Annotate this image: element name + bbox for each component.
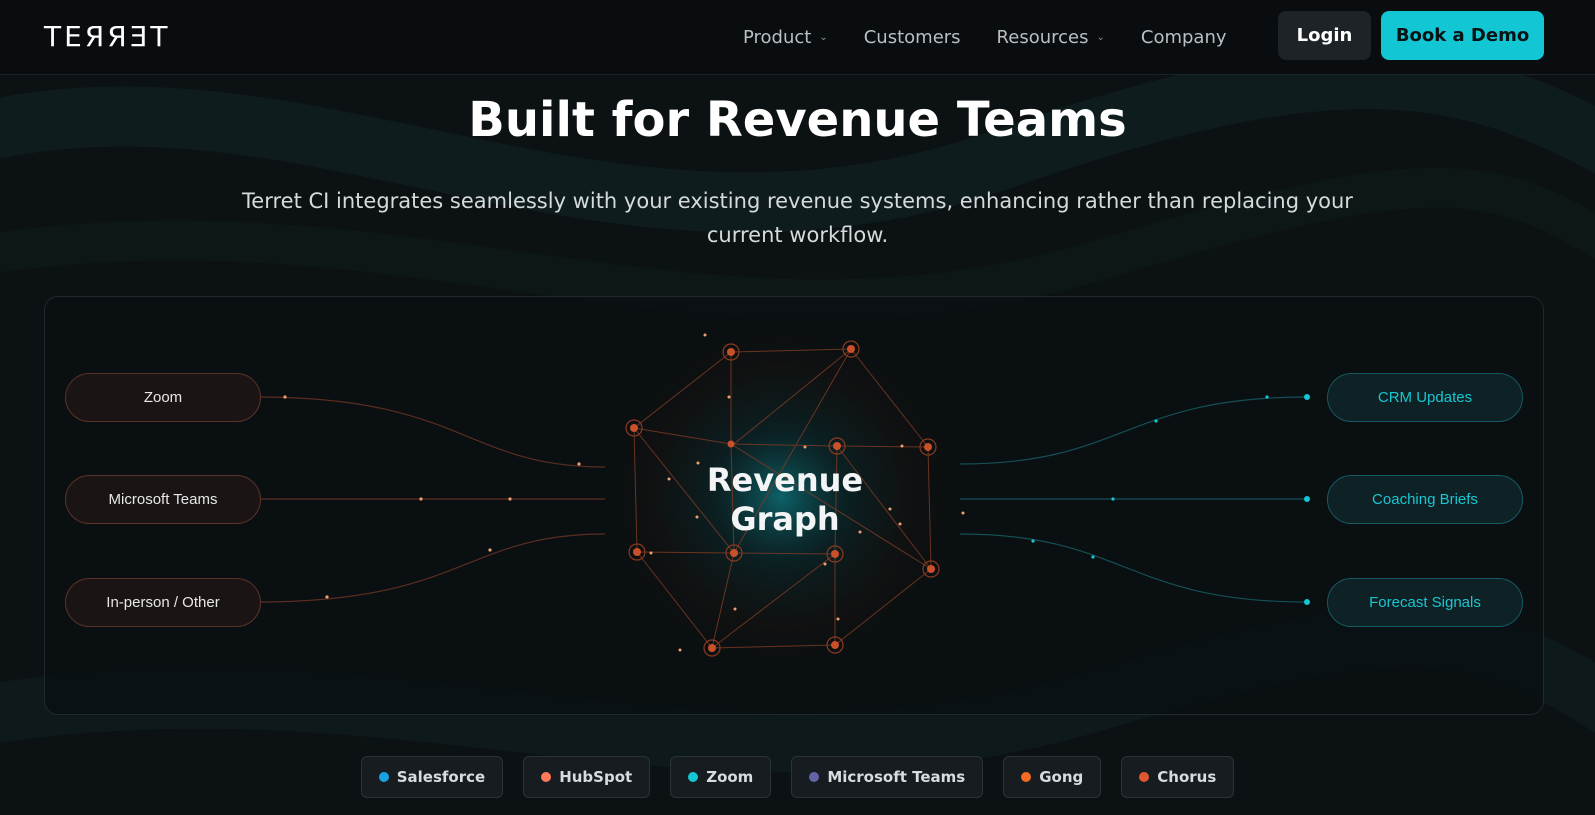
input-zoom[interactable]: Zoom [65,373,261,422]
chip-hubspot[interactable]: HubSpot [523,756,651,798]
output-crm-updates[interactable]: CRM Updates [1327,373,1523,422]
chevron-down-icon: ⌄ [1096,32,1105,43]
chip-label: Salesforce [396,768,486,786]
top-navbar: TEЯЯƎT Product ⌄ Customers Resources ⌄ C… [0,0,1595,75]
chip-microsoft-teams[interactable]: Microsoft Teams [791,756,984,798]
center-label-line1: Revenue [706,461,864,499]
hubspot-dot-icon [541,772,552,782]
nav-customers[interactable]: Customers [864,27,961,48]
revenue-graph-diagram: Zoom Microsoft Teams In-person / Other R… [44,296,1544,715]
input-microsoft-teams[interactable]: Microsoft Teams [65,475,261,524]
chip-label: Chorus [1157,768,1217,786]
chip-gong[interactable]: Gong [1003,756,1102,798]
chip-label: Zoom [706,768,754,786]
teams-dot-icon [809,772,820,782]
input-in-person-other[interactable]: In-person / Other [65,578,261,627]
chip-salesforce[interactable]: Salesforce [360,756,504,798]
nav-links: Product ⌄ Customers Resources ⌄ Company [743,0,1263,75]
chip-label: Microsoft Teams [827,768,966,786]
output-coaching-briefs[interactable]: Coaching Briefs [1327,475,1523,524]
revenue-graph-label: Revenue Graph [665,461,905,539]
output-connectors [959,396,1308,603]
chip-label: HubSpot [559,768,633,786]
nav-product-label: Product [743,27,812,48]
nav-customers-label: Customers [863,27,961,48]
book-demo-button[interactable]: Book a Demo [1381,11,1544,60]
gong-dot-icon [1021,772,1032,782]
chip-label: Gong [1039,768,1084,786]
nav-company[interactable]: Company [1141,27,1227,48]
hero-subtitle: Terret CI integrates seamlessly with you… [242,189,1353,247]
chip-chorus[interactable]: Chorus [1121,756,1235,798]
chorus-dot-icon [1139,772,1150,782]
nav-company-label: Company [1140,27,1227,48]
output-forecast-signals[interactable]: Forecast Signals [1327,578,1523,627]
terret-logo[interactable]: TEЯЯƎT [44,20,171,53]
zoom-dot-icon [688,772,699,782]
salesforce-dot-icon [378,772,389,782]
nav-resources-label: Resources [996,27,1089,48]
chip-zoom[interactable]: Zoom [670,756,772,798]
input-connectors [256,396,606,603]
center-label-line2: Graph [730,500,840,538]
chevron-down-icon: ⌄ [819,32,828,43]
integration-chips: Salesforce HubSpot Zoom Microsoft Teams … [0,756,1595,798]
nav-resources[interactable]: Resources ⌄ [997,27,1105,48]
nav-product[interactable]: Product ⌄ [743,27,828,48]
login-button[interactable]: Login [1278,11,1371,60]
page-title: Built for Revenue Teams [468,92,1127,148]
